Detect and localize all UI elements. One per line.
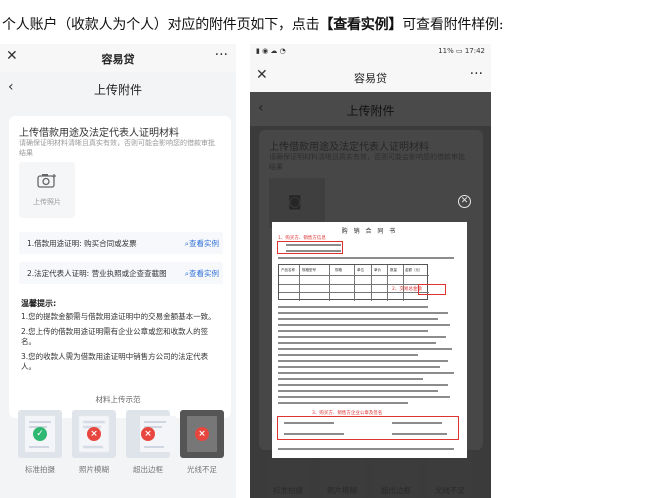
table-header: 单位 xyxy=(357,268,364,272)
example-thumb-out-of-frame: × xyxy=(126,410,176,458)
example-label: 超出边框 xyxy=(133,465,163,474)
dim-upload-box: ◙ xyxy=(269,178,325,228)
tips-title: 温馨提示: xyxy=(21,299,57,308)
table-header: 金额（元） xyxy=(405,268,423,272)
example-thumb-blurry: × xyxy=(72,410,116,458)
requirement-text: 2.法定代表人证明: 营业执照或企查查截图 xyxy=(27,269,167,278)
annotation-label-amount: 2、交易总金额 xyxy=(392,287,422,292)
app-title: 容易贷 xyxy=(101,53,135,66)
dim-example-label: 标准拍摄 xyxy=(273,486,303,495)
status-icons: ▮ ◉ ☁ ◔ xyxy=(256,47,286,55)
example-thumb-standard: ✓ xyxy=(18,410,62,458)
requirement-text: 1.借款用途证明: 购买合同或发票 xyxy=(27,239,137,248)
check-icon: ✓ xyxy=(33,427,47,441)
section-subtitle: 请确保证明材料清晰且真实有效，否则可能会影响您的借款审批结果 xyxy=(19,139,215,157)
error-icon: × xyxy=(87,427,101,441)
example-label: 光线不足 xyxy=(187,465,217,474)
table-header: 规格 xyxy=(335,268,342,272)
tip-item: 2.您上传的借款用途证明需有企业公章或您和收款人的签名。 xyxy=(21,327,209,346)
caption-prefix: 个人账户（收款人为个人）对应的附件页如下，点击 xyxy=(2,17,320,33)
contract-sample-image: 购 销 合 同 书 1、购买方、销售方信息 产品名称 规格型号 规格 单位 单价… xyxy=(272,222,467,458)
annotation-box-amount xyxy=(418,284,446,295)
example-label: 照片模糊 xyxy=(79,465,109,474)
upload-card: 上传借款用途及法定代表人证明材料 请确保证明材料清晰且真实有效，否则可能会影响您… xyxy=(9,116,231,418)
requirement-row-legal-rep: 2.法定代表人证明: 营业执照或企查查截图 ⌕查看实例 xyxy=(19,262,223,284)
table-header: 单价 xyxy=(374,268,381,272)
instruction-caption: 个人账户（收款人为个人）对应的附件页如下，点击【查看实例】可查看附件样例: xyxy=(2,14,648,34)
left-phone-screen: ✕ 容易贷 ··· ‹ 上传附件 上传借款用途及法定代表人证明材料 请确保证明材… xyxy=(0,44,236,498)
dim-example-label: 光线不足 xyxy=(435,486,465,495)
page-title: 上传附件 xyxy=(93,83,142,97)
status-bar: ▮ ◉ ☁ ◔ 11% ▭ 17:42 xyxy=(250,44,491,60)
contract-product-table: 产品名称 规格型号 规格 单位 单价 数量 金额（元） xyxy=(278,264,429,301)
table-header: 数量 xyxy=(390,268,397,272)
caption-suffix: 可查看附件样例: xyxy=(402,17,504,33)
tip-item: 1.您的提款金额需与借款用途证明中的交易金额基本一致。 xyxy=(21,312,216,321)
nav-bar: ‹ 上传附件 xyxy=(0,72,236,106)
dim-example-label: 超出边框 xyxy=(381,486,411,495)
view-example-link[interactable]: ⌕查看实例 xyxy=(185,238,219,249)
dim-section-title: 上传借款用途及法定代表人证明材料 xyxy=(269,142,429,153)
error-icon: × xyxy=(195,427,209,441)
app-top-bar: ✕ 容易贷 ··· xyxy=(0,44,236,72)
examples-title: 材料上传示范 xyxy=(95,395,141,404)
more-icon[interactable]: ··· xyxy=(215,47,228,63)
upload-photo-button[interactable]: 上传照片 xyxy=(19,162,75,218)
view-example-link[interactable]: ⌕查看实例 xyxy=(185,268,219,279)
upload-label: 上传照片 xyxy=(33,198,61,206)
view-example-label: 查看实例 xyxy=(189,269,219,278)
table-header: 规格型号 xyxy=(302,268,316,272)
dim-section-subtitle: 请确保证明材料清晰且真实有效，否则可能会影响您的借款审批结果 xyxy=(269,153,465,171)
camera-icon xyxy=(37,174,56,188)
dim-example-label: 照片模糊 xyxy=(327,486,357,495)
requirement-row-purpose: 1.借款用途证明: 购买合同或发票 ⌕查看实例 xyxy=(19,232,223,254)
table-header: 产品名称 xyxy=(281,268,295,272)
tip-item: 3.您的收款人需为借款用途证明中销售方公司的法定代表人。 xyxy=(21,352,209,371)
annotation-box-parties xyxy=(277,241,343,254)
annotation-box-seal xyxy=(277,416,459,440)
example-label: 标准拍摄 xyxy=(25,465,55,474)
app-title: 容易贷 xyxy=(354,72,387,85)
status-battery-time: 11% ▭ 17:42 xyxy=(438,47,485,55)
page-title: 上传附件 xyxy=(346,104,395,118)
more-icon[interactable]: ··· xyxy=(470,66,483,82)
close-preview-button[interactable]: ✕ xyxy=(458,195,471,208)
caption-highlight: 【查看实例】 xyxy=(319,17,403,33)
contract-title: 购 销 合 同 书 xyxy=(341,228,398,235)
nav-bar: ‹ 上传附件 xyxy=(250,92,491,126)
camera-icon: ◙ xyxy=(288,194,302,210)
example-thumb-low-light: × xyxy=(180,410,224,458)
view-example-label: 查看实例 xyxy=(189,239,219,248)
section-title: 上传借款用途及法定代表人证明材料 xyxy=(19,128,179,139)
app-top-bar: ✕ 容易贷 ··· xyxy=(250,60,491,92)
error-icon: × xyxy=(141,427,155,441)
